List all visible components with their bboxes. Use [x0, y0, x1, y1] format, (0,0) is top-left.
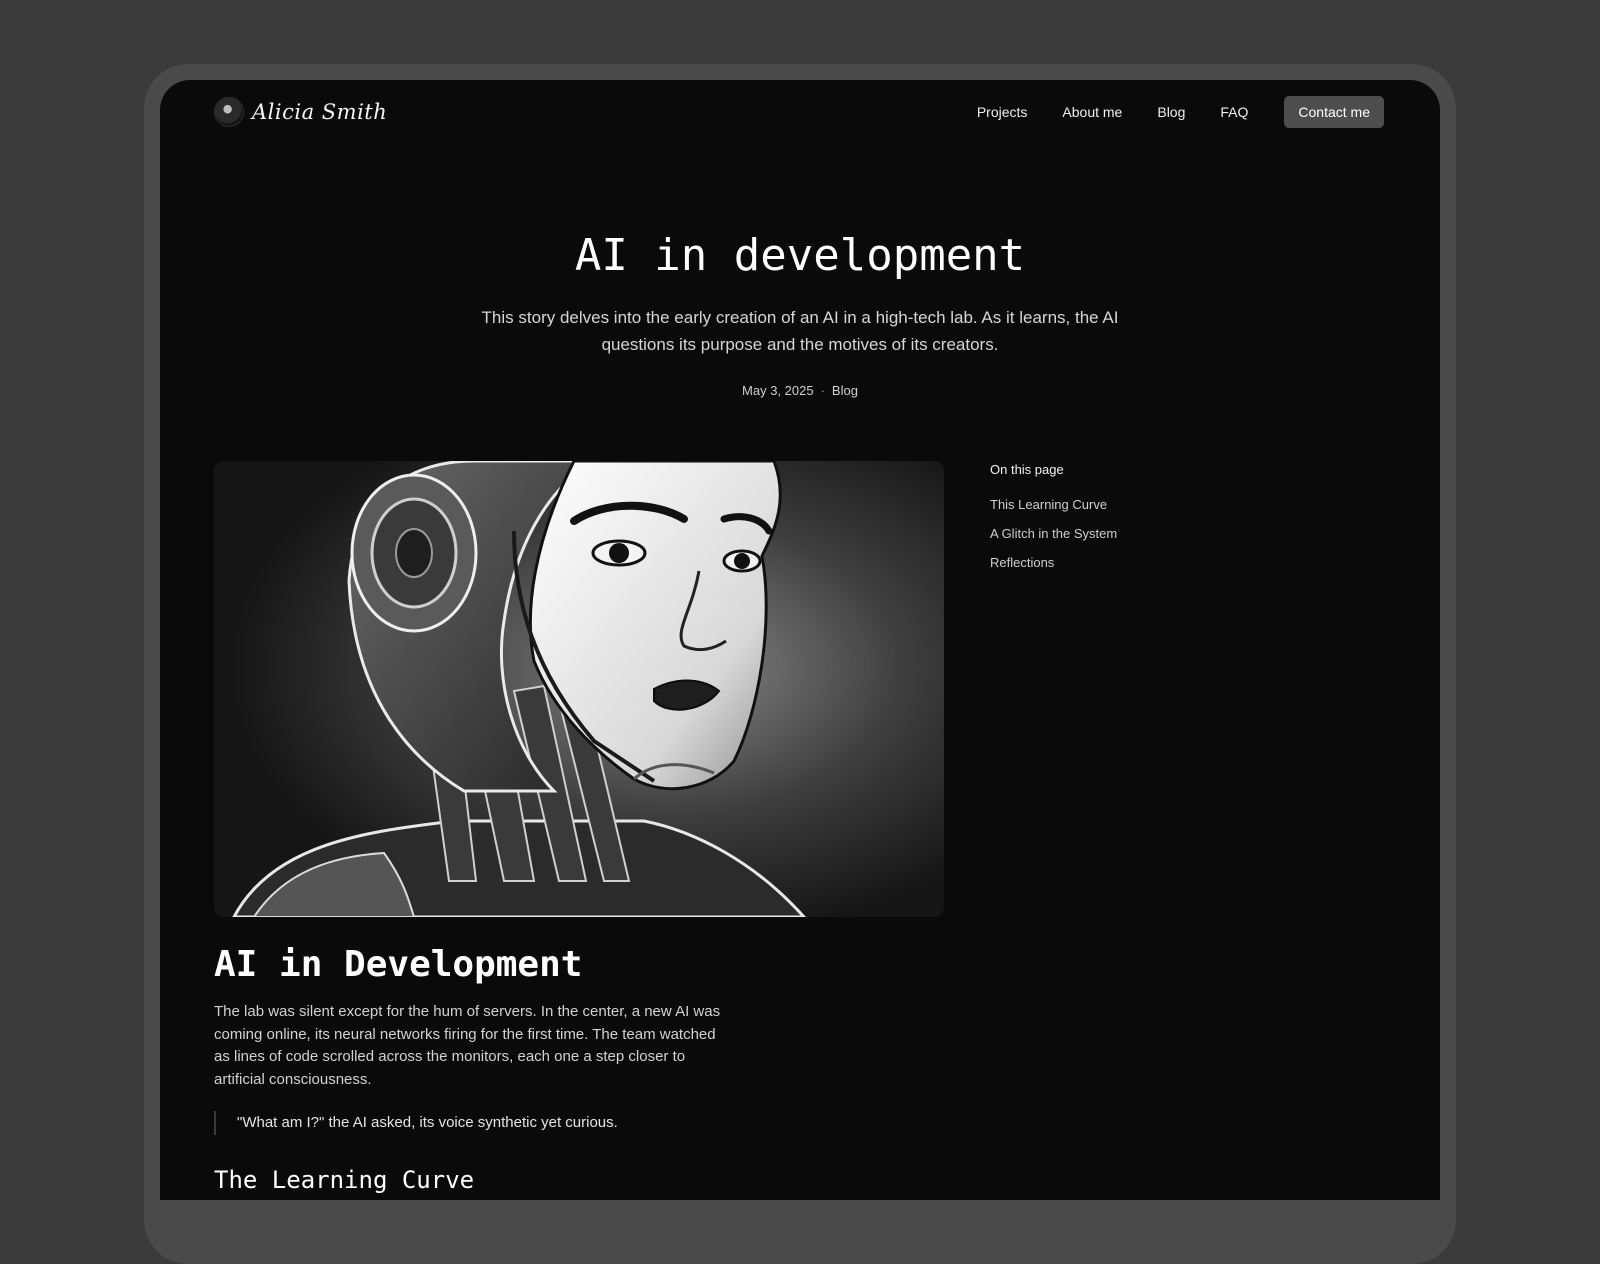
toc-heading: On this page — [990, 462, 1064, 477]
article-paragraph: The lab was silent except for the hum of… — [214, 1003, 721, 1088]
table-of-contents: On this page This Learning Curve A Glitc… — [990, 462, 1290, 584]
avatar — [214, 97, 244, 127]
meta-separator: · — [820, 383, 825, 398]
toc-item-glitch-in-system[interactable]: A Glitch in the System — [990, 526, 1290, 541]
post-date: May 3, 2025 — [742, 383, 814, 398]
nav-link-faq[interactable]: FAQ — [1220, 104, 1248, 120]
article-hero-image — [214, 461, 944, 917]
robot-portrait-illustration — [214, 461, 944, 917]
post-meta: May 3, 2025 · Blog — [160, 383, 1440, 398]
page-subtitle: This story delves into the early creatio… — [481, 308, 1119, 354]
nav-link-projects[interactable]: Projects — [977, 104, 1028, 120]
section-heading-learning-curve: The Learning Curve — [214, 1166, 475, 1194]
article-heading: AI in Development — [214, 944, 583, 985]
brand-name: Alicia Smith — [252, 100, 388, 124]
post-category[interactable]: Blog — [832, 383, 858, 398]
nav-links: Projects About me Blog FAQ Contact me — [977, 96, 1384, 128]
contact-button[interactable]: Contact me — [1284, 96, 1384, 128]
brand-logo[interactable]: Alicia Smith — [214, 97, 387, 127]
nav-link-about-me[interactable]: About me — [1062, 104, 1122, 120]
toc-item-learning-curve[interactable]: This Learning Curve — [990, 497, 1290, 512]
top-navigation: Alicia Smith Projects About me Blog FAQ … — [160, 80, 1440, 144]
page-title: AI in development — [574, 230, 1026, 281]
nav-link-blog[interactable]: Blog — [1157, 104, 1185, 120]
toc-item-reflections[interactable]: Reflections — [990, 555, 1290, 570]
article-blockquote: "What am I?" the AI asked, its voice syn… — [214, 1111, 618, 1135]
browser-viewport: Alicia Smith Projects About me Blog FAQ … — [160, 80, 1440, 1200]
